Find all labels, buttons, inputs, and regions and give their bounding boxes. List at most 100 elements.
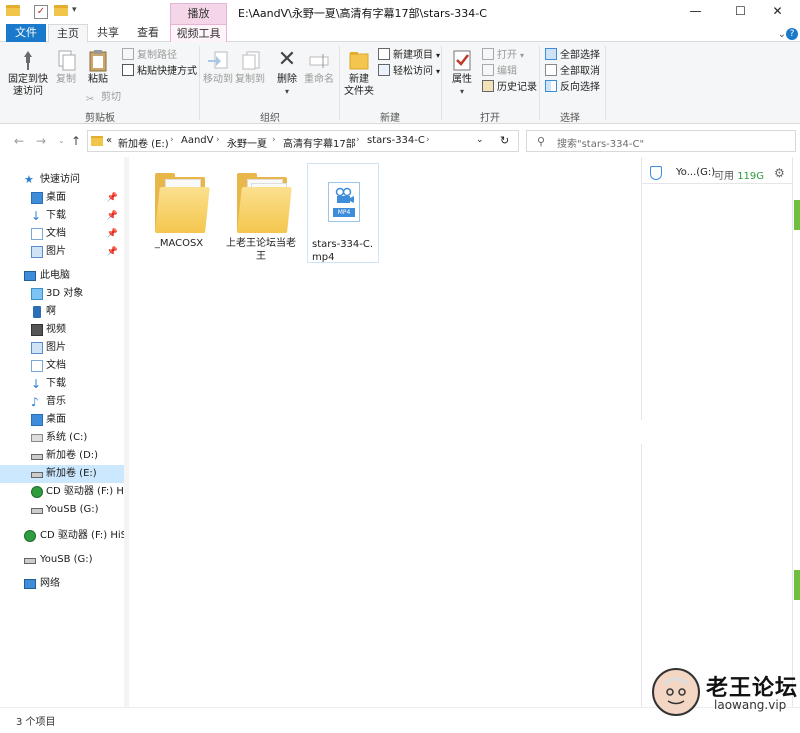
breadcrumb-item[interactable]: stars-334-C [367, 135, 425, 146]
sidebar-item-cd-drive-f[interactable]: CD 驱动器 (F:) HiSui [0, 483, 124, 501]
sidebar-item-drive-c[interactable]: 系统 (C:) [0, 429, 124, 447]
sidebar-item-quick-access[interactable]: ★ 快速访问 [0, 171, 124, 189]
copy-to-button[interactable]: 复制到 [235, 48, 265, 86]
select-all-icon [545, 48, 557, 60]
new-folder-button[interactable]: 新建 文件夹 [343, 48, 375, 98]
group-label-organize: 组织 [260, 113, 280, 124]
network-icon [24, 579, 36, 589]
breadcrumb-item[interactable]: 新加卷 (E:) [118, 135, 169, 150]
sidebar-item-usb-g[interactable]: YouSB (G:) [0, 551, 124, 569]
sidebar-item-desktop[interactable]: 桌面 [0, 411, 124, 429]
delete-button[interactable]: ✕ 删除 ▾ [274, 48, 300, 98]
new-item-button[interactable]: 新建项目 ▾ [378, 48, 440, 64]
tab-video-tools[interactable]: 视频工具 [170, 24, 227, 43]
properties-dropdown-icon[interactable]: ▾ [447, 86, 477, 98]
history-button[interactable]: 历史记录 [482, 80, 537, 96]
ribbon-collapse-icon[interactable]: ⌄ [778, 29, 786, 40]
file-item-folder[interactable]: 上老王论坛当老王 [219, 165, 303, 263]
easy-access-button[interactable]: 轻松访问 ▾ [378, 64, 440, 80]
close-button[interactable]: ✕ [755, 0, 800, 24]
chevron-right-icon[interactable]: › [272, 135, 276, 145]
chevron-right-icon[interactable]: › [216, 135, 220, 145]
sidebar-item-pictures[interactable]: 图片 [0, 339, 124, 357]
sidebar-item-3d-objects[interactable]: 3D 对象 [0, 285, 124, 303]
file-item-folder[interactable]: _MACOSX [137, 165, 221, 250]
minimize-button[interactable]: — [673, 0, 718, 24]
paste-shortcut-label: 粘贴快捷方式 [137, 66, 197, 77]
quick-access-dropdown-icon[interactable]: ▾ [72, 5, 86, 19]
window-title: E:\AandV\永野一夏\高清有字幕17部\stars-334-C [238, 7, 487, 20]
sidebar-item-videos[interactable]: 视频 [0, 321, 124, 339]
pin-label: 固定到快 速访问 [8, 74, 48, 97]
select-none-button[interactable]: 全部取消 [545, 64, 600, 80]
tab-home[interactable]: 主页 [48, 24, 88, 43]
chevron-right-icon[interactable]: › [170, 135, 174, 145]
sidebar-item-drive-e[interactable]: 新加卷 (E:) [0, 465, 124, 483]
file-item-video[interactable]: MP4 stars-334-C.mp4 [307, 163, 379, 263]
sidebar-item-downloads[interactable]: ↓ 下载 📌 [0, 207, 124, 225]
file-name: _MACOSX [154, 238, 204, 249]
sidebar-item-pictures[interactable]: 图片 📌 [0, 243, 124, 261]
invert-selection-button[interactable]: 反向选择 [545, 80, 600, 96]
cut-button[interactable]: ✂ 剪切 [86, 90, 121, 106]
easy-access-dropdown-icon: ▾ [436, 67, 441, 76]
address-bar[interactable]: « 新加卷 (E:) › AandV › 永野一夏 › 高清有字幕17部 › s… [87, 130, 519, 152]
gear-icon[interactable]: ⚙ [774, 166, 785, 180]
tab-view[interactable]: 查看 [128, 24, 168, 42]
sidebar-item-label: 文档 [46, 360, 66, 371]
sidebar-item-cd-drive-f[interactable]: CD 驱动器 (F:) HiSui [0, 527, 124, 545]
forward-arrow-icon[interactable]: → [36, 134, 46, 148]
drive-free-label: 可用 [714, 171, 734, 182]
pin-quick-access-button[interactable]: 固定到快 速访问 [6, 48, 50, 98]
new-folder-quick-icon[interactable] [54, 5, 68, 16]
sidebar-item-this-pc[interactable]: 此电脑 [0, 267, 124, 285]
sidebar-item-phone[interactable]: 啊 [0, 303, 124, 321]
sidebar-item-music[interactable]: ♪ 音乐 [0, 393, 124, 411]
usb-drive-status[interactable]: Yo...(G:) 可用 119G ⚙ [642, 162, 792, 184]
copy-path-label: 复制路径 [137, 50, 177, 61]
properties-icon [450, 48, 474, 72]
sidebar-item-drive-d[interactable]: 新加卷 (D:) [0, 447, 124, 465]
sidebar-item-documents[interactable]: 文档 [0, 357, 124, 375]
copy-label: 复制 [56, 74, 76, 85]
move-to-icon [206, 48, 230, 72]
search-input[interactable]: 搜索"stars-334-C" [557, 135, 644, 150]
copy-to-label: 复制到 [235, 74, 265, 85]
address-dropdown-icon[interactable]: ⌄ [476, 135, 484, 145]
chevron-right-icon[interactable]: › [426, 135, 430, 145]
copy-path-button[interactable]: 复制路径 [122, 48, 177, 64]
breadcrumb-item[interactable]: 高清有字幕17部 [283, 135, 356, 150]
paste-button[interactable]: 粘贴 [84, 48, 112, 86]
sidebar-item-label: 啊 [46, 306, 56, 317]
refresh-icon[interactable]: ↻ [500, 134, 509, 147]
breadcrumb-item[interactable]: 永野一夏 [227, 135, 267, 150]
tab-share[interactable]: 共享 [88, 24, 128, 42]
help-icon[interactable]: ? [786, 28, 798, 40]
back-arrow-icon[interactable]: ← [14, 134, 24, 148]
select-all-button[interactable]: 全部选择 [545, 48, 600, 64]
paste-shortcut-button[interactable]: 粘贴快捷方式 [122, 64, 197, 80]
select-all-label: 全部选择 [560, 50, 600, 61]
move-to-button[interactable]: 移动到 [203, 48, 233, 86]
sidebar-item-network[interactable]: 网络 [0, 575, 124, 593]
delete-dropdown-icon[interactable]: ▾ [274, 86, 300, 98]
properties-button[interactable]: 属性 ▾ [447, 48, 477, 98]
copy-button[interactable]: 复制 [52, 48, 80, 86]
up-arrow-icon[interactable]: ↑ [71, 134, 81, 148]
properties-quick-icon[interactable]: ✓ [34, 5, 48, 19]
edit-button[interactable]: 编辑 [482, 64, 517, 80]
sidebar-item-documents[interactable]: 文档 📌 [0, 225, 124, 243]
chevron-right-icon[interactable]: › [356, 135, 360, 145]
rename-button[interactable]: 重命名 [304, 48, 334, 86]
sidebar-item-downloads[interactable]: ↓ 下载 [0, 375, 124, 393]
sidebar-item-desktop[interactable]: 桌面 📌 [0, 189, 124, 207]
music-note-icon: ♪ [31, 395, 39, 409]
breadcrumb-overflow[interactable]: « [106, 135, 112, 146]
open-button[interactable]: 打开 ▾ [482, 48, 524, 64]
search-box[interactable]: ⚲ 搜索"stars-334-C" [526, 130, 796, 152]
breadcrumb-item[interactable]: AandV [181, 135, 214, 146]
context-tab-play[interactable]: 播放 [170, 3, 227, 24]
sidebar-item-usb-g[interactable]: YouSB (G:) [0, 501, 124, 519]
recent-dropdown-icon[interactable]: ⌄ [58, 136, 65, 145]
tab-file[interactable]: 文件 [6, 24, 46, 42]
